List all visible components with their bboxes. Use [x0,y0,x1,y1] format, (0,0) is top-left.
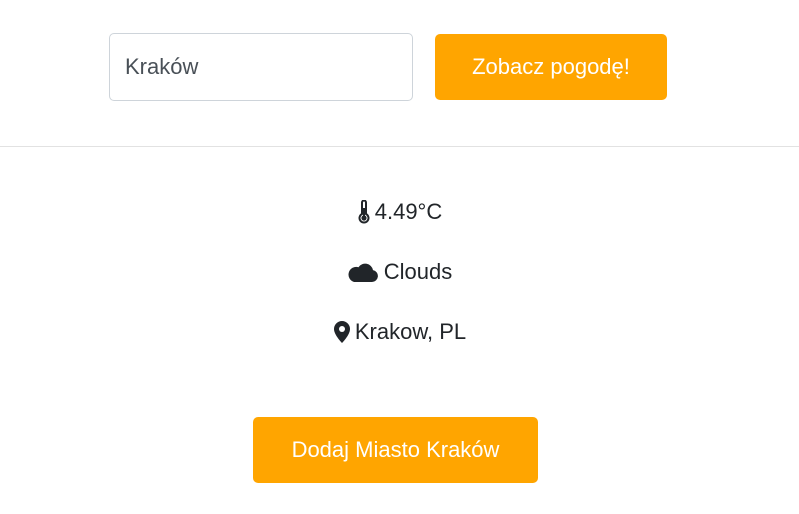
thermometer-icon [357,200,371,224]
show-weather-button[interactable]: Zobacz pogodę! [435,34,667,100]
weather-app: Zobacz pogodę! 4.49°C Clouds Krakow, [0,0,799,514]
divider [0,146,799,147]
search-bar: Zobacz pogodę! [109,33,667,101]
add-city-button[interactable]: Dodaj Miasto Kraków [253,417,538,483]
cloud-icon [347,261,378,283]
temperature-row: 4.49°C [0,197,799,227]
description-row: Clouds [0,257,799,287]
temperature-value: 4.49°C [374,199,443,224]
location-row: Krakow, PL [0,317,799,347]
city-search-input[interactable] [109,33,413,101]
map-pin-icon [333,320,351,344]
weather-description: Clouds [383,259,453,284]
location-value: Krakow, PL [354,319,467,344]
